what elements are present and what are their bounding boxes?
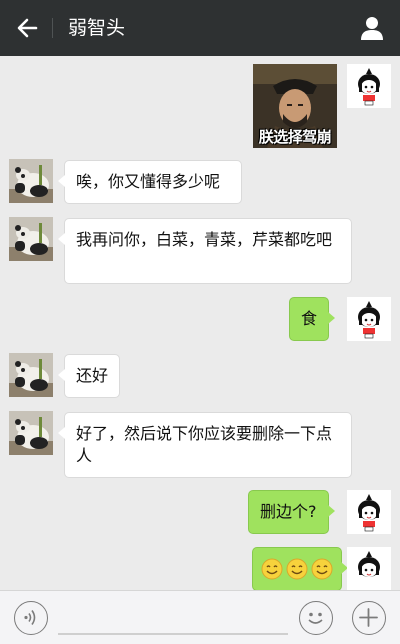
message-text: 食 — [301, 309, 318, 328]
my-avatar[interactable] — [347, 547, 391, 590]
emoji-button[interactable] — [299, 601, 333, 635]
panda-avatar-icon — [9, 159, 53, 203]
panda-avatar-icon — [9, 411, 53, 455]
smile-emoji — [311, 558, 333, 580]
message-bubble[interactable]: 删边个? — [248, 490, 334, 534]
top-bar: 弱智头 — [0, 0, 400, 56]
message-bubble[interactable]: 还好 — [57, 354, 121, 398]
sticker-message[interactable]: 朕选择驾崩 — [253, 64, 337, 148]
message-text: 还好 — [76, 366, 109, 385]
smile-emoji — [286, 558, 308, 580]
friend-avatar[interactable] — [9, 159, 53, 203]
message-text: 我再问你，白菜，青菜，芹菜都吃吧 — [76, 230, 333, 249]
person-icon — [361, 17, 383, 40]
friend-avatar[interactable] — [9, 217, 53, 261]
girl-avatar-icon — [347, 64, 391, 108]
chat-info-button[interactable] — [358, 14, 386, 42]
message-text: 删边个? — [260, 502, 317, 521]
girl-avatar-icon — [347, 297, 391, 341]
panda-avatar-icon — [9, 353, 53, 397]
smile-emoji — [261, 558, 283, 580]
friend-avatar[interactable] — [9, 411, 53, 455]
message-bubble[interactable] — [252, 547, 348, 590]
voice-icon — [24, 610, 36, 625]
more-button[interactable] — [352, 601, 386, 635]
chat-title: 弱智头 — [68, 17, 126, 39]
sticker-caption: 朕选择驾崩 — [258, 128, 332, 146]
girl-avatar-icon — [347, 490, 391, 534]
panda-avatar-icon — [9, 217, 53, 261]
voice-button[interactable] — [14, 601, 48, 635]
message-bubble[interactable]: 唉，你又懂得多少呢 — [58, 160, 242, 204]
emoji-icon — [308, 612, 323, 624]
arrow-left-icon — [17, 18, 38, 38]
emoji-row — [261, 558, 333, 580]
my-avatar[interactable] — [347, 64, 391, 108]
message-list[interactable]: 朕选择驾崩 唉，你又懂得多少呢 我再问你，白菜，青菜，芹菜都吃吧 食 还好 好了… — [0, 56, 400, 590]
message-bubble[interactable]: 食 — [289, 297, 336, 341]
plus-icon — [359, 608, 378, 627]
friend-avatar[interactable] — [9, 353, 53, 397]
header-divider — [52, 18, 53, 38]
back-button[interactable] — [14, 14, 42, 42]
my-avatar[interactable] — [347, 297, 391, 341]
message-text: 唉，你又懂得多少呢 — [76, 172, 221, 191]
message-text: 好了，然后说下你应该要删除一下点人 — [76, 424, 333, 465]
message-bubble[interactable]: 我再问你，白菜，青菜，芹菜都吃吧 — [58, 218, 352, 284]
input-bar — [0, 590, 400, 644]
message-bubble[interactable]: 好了，然后说下你应该要删除一下点人 — [58, 412, 352, 478]
message-input[interactable] — [58, 633, 288, 635]
girl-avatar-icon — [347, 547, 391, 590]
my-avatar[interactable] — [347, 490, 391, 534]
